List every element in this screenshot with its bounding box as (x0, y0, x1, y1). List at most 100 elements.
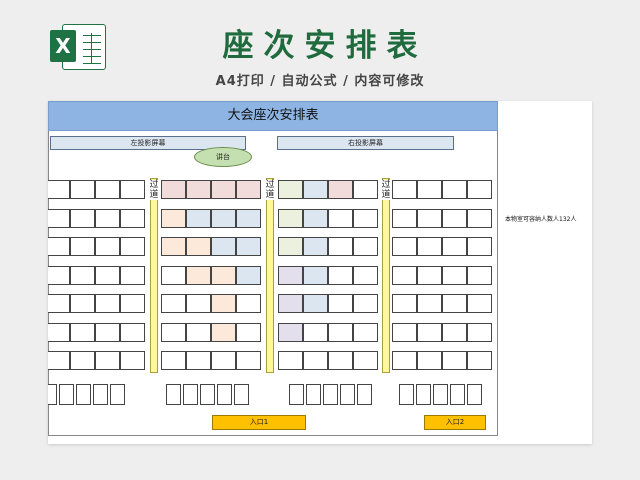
seat-right-r7-c2 (417, 351, 442, 370)
back-seat-g3-3 (323, 384, 338, 405)
back-seat-g2-2 (183, 384, 198, 405)
seat-center-left-r6-c1 (161, 322, 186, 342)
seat-right-r5-c4 (467, 294, 492, 313)
seat-center-left-r5-c3 (211, 294, 236, 313)
seat-center-right-r7-c1 (278, 351, 303, 370)
back-seat-g2-5 (234, 384, 249, 405)
aisle-1-label: 过道 (148, 180, 160, 200)
seat-right-r3-c4 (467, 237, 492, 256)
back-seat-g1-2 (59, 384, 74, 405)
aisle-3 (382, 178, 390, 373)
seat-center-left-r7-c3 (211, 351, 236, 370)
seat-center-right-r3-c3 (328, 237, 353, 256)
seat-center-right-r3-c1 (278, 237, 303, 256)
back-seat-g4-2 (416, 384, 431, 405)
seat-center-left-r4-c2 (186, 265, 211, 285)
seat-center-left-r1-c4 (236, 180, 261, 199)
seat-left-r5-c2 (70, 294, 95, 313)
back-seat-g2-3 (200, 384, 215, 405)
seat-left-r4-c2 (70, 265, 95, 285)
seat-center-left-r3-c4 (236, 237, 261, 256)
seat-right-r6-c4 (467, 322, 492, 342)
page-title: 座次安排表 (222, 28, 428, 64)
seat-left-r2-c3 (95, 208, 120, 228)
seat-left-r1-c4 (120, 180, 145, 199)
seat-center-right-r5-c2 (303, 294, 328, 313)
seat-center-left-r2-c3 (211, 208, 236, 228)
seat-right-r1-c4 (467, 180, 492, 199)
aisle-1 (150, 178, 158, 373)
seat-right-r6-c1 (392, 322, 417, 342)
seat-right-r4-c2 (417, 265, 442, 285)
seat-center-left-r4-c1 (161, 265, 186, 285)
aisle-2 (266, 178, 274, 373)
seat-left-r3-c2 (70, 237, 95, 256)
seat-center-right-r7-c4 (353, 351, 378, 370)
spreadsheet-preview: 大会座次安排表 左投影屏幕 右投影屏幕 讲台 过道 过道 过道 入口1 入口2 … (48, 101, 592, 444)
seat-left-r7-c1 (48, 351, 70, 370)
seat-center-left-r6-c3 (211, 322, 236, 342)
seat-right-r4-c4 (467, 265, 492, 285)
seat-center-right-r5-c1 (278, 294, 303, 313)
seat-right-r4-c1 (392, 265, 417, 285)
seat-left-r4-c4 (120, 265, 145, 285)
aisle-3-label: 过道 (380, 180, 392, 200)
seat-center-left-r3-c3 (211, 237, 236, 256)
seat-left-r5-c4 (120, 294, 145, 313)
seat-center-right-r4-c4 (353, 265, 378, 285)
seat-center-right-r1-c2 (303, 180, 328, 199)
podium: 讲台 (194, 147, 252, 167)
back-seat-g1-4 (93, 384, 108, 405)
entrance-1: 入口1 (212, 415, 306, 430)
capacity-note: 本物室可容纳人数人132人 (505, 216, 577, 223)
back-seat-g2-1 (166, 384, 181, 405)
back-seat-g4-4 (450, 384, 465, 405)
seat-center-left-r1-c3 (211, 180, 236, 199)
seat-center-right-r1-c4 (353, 180, 378, 199)
sheet-banner: 大会座次安排表 (48, 101, 498, 131)
seat-center-right-r3-c4 (353, 237, 378, 256)
seat-left-r6-c3 (95, 322, 120, 342)
seat-center-left-r5-c4 (236, 294, 261, 313)
seat-left-r7-c4 (120, 351, 145, 370)
seat-center-right-r1-c3 (328, 180, 353, 199)
seat-center-right-r2-c2 (303, 208, 328, 228)
seat-center-left-r7-c1 (161, 351, 186, 370)
seat-center-right-r2-c3 (328, 208, 353, 228)
seat-right-r3-c3 (442, 237, 467, 256)
seat-right-r5-c1 (392, 294, 417, 313)
seat-center-left-r5-c2 (186, 294, 211, 313)
seat-center-left-r3-c2 (186, 237, 211, 256)
seat-left-r5-c1 (48, 294, 70, 313)
back-seat-g1-5 (110, 384, 125, 405)
back-seat-g3-2 (306, 384, 321, 405)
seat-left-r2-c1 (48, 208, 70, 228)
seat-right-r3-c1 (392, 237, 417, 256)
seat-left-r7-c2 (70, 351, 95, 370)
seat-center-left-r4-c4 (236, 265, 261, 285)
seat-right-r5-c2 (417, 294, 442, 313)
seat-center-right-r6-c2 (303, 322, 328, 342)
seat-right-r1-c2 (417, 180, 442, 199)
seat-right-r1-c3 (442, 180, 467, 199)
back-seat-g3-4 (340, 384, 355, 405)
seat-left-r5-c3 (95, 294, 120, 313)
seat-right-r6-c2 (417, 322, 442, 342)
seat-left-r7-c3 (95, 351, 120, 370)
seat-left-r1-c3 (95, 180, 120, 199)
back-seat-g4-1 (399, 384, 414, 405)
seat-right-r2-c3 (442, 208, 467, 228)
aisle-2-label: 过道 (264, 180, 276, 200)
seat-center-left-r1-c2 (186, 180, 211, 199)
seat-center-left-r2-c4 (236, 208, 261, 228)
back-seat-g2-4 (217, 384, 232, 405)
seat-center-left-r4-c3 (211, 265, 236, 285)
seat-left-r1-c2 (70, 180, 95, 199)
seat-left-r2-c4 (120, 208, 145, 228)
back-seat-g3-5 (357, 384, 372, 405)
seat-right-r7-c4 (467, 351, 492, 370)
seat-center-right-r5-c3 (328, 294, 353, 313)
seat-center-left-r3-c1 (161, 237, 186, 256)
seat-left-r4-c1 (48, 265, 70, 285)
seat-center-right-r6-c3 (328, 322, 353, 342)
